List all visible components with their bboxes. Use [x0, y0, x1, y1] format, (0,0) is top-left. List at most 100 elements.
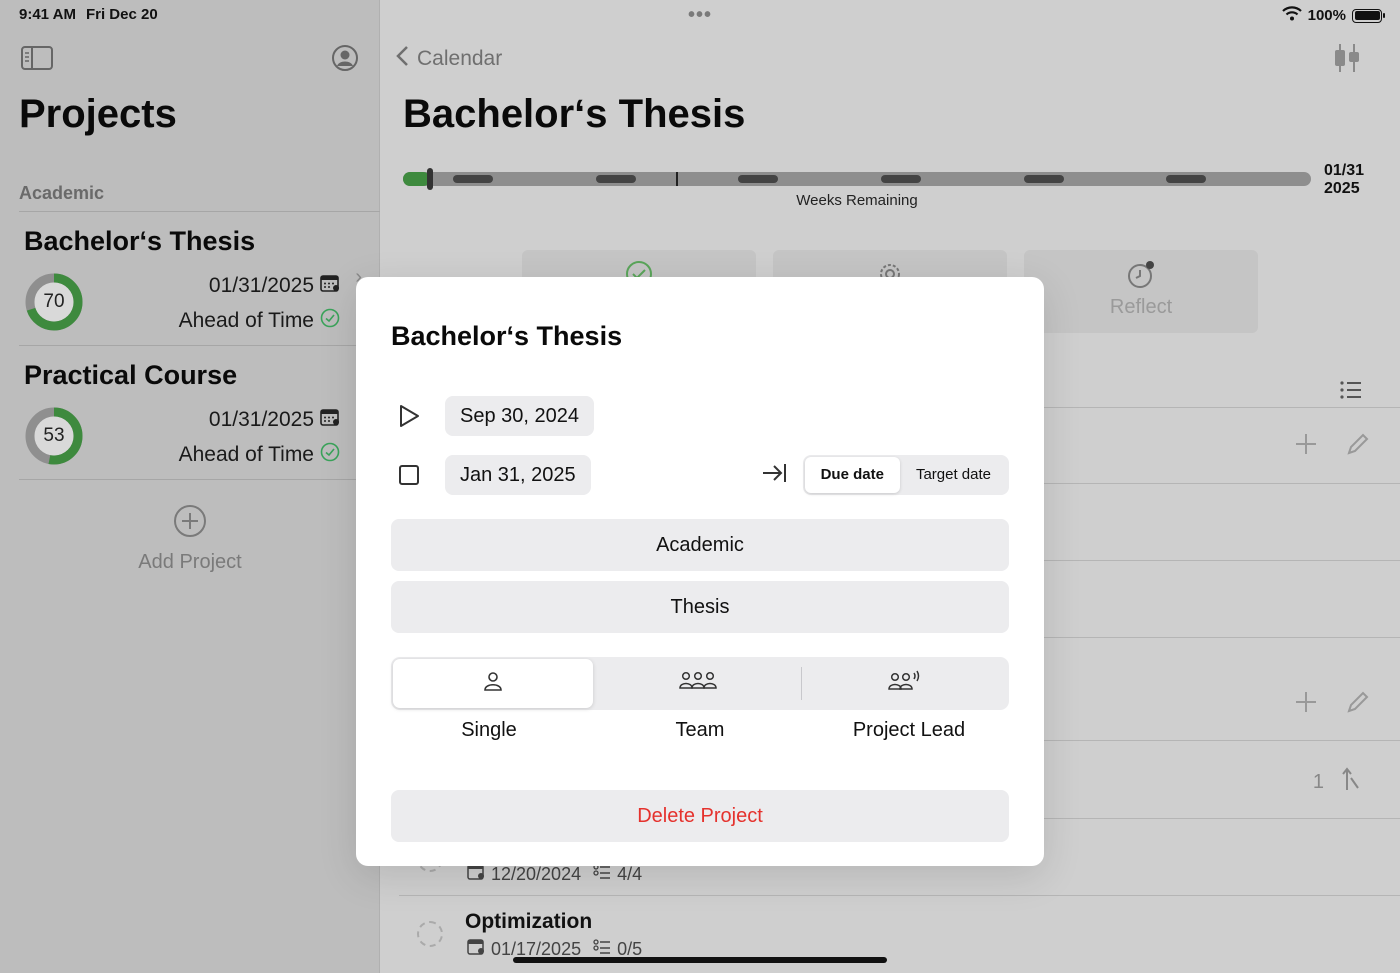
timeline-end-date: 01/31 2025 — [1324, 162, 1364, 198]
plus-icon[interactable] — [1294, 690, 1318, 719]
date-mode-control: Due date Target date — [761, 455, 1009, 495]
end-date-row: Jan 31, 2025 — [391, 455, 591, 495]
count-value: 1 — [1312, 770, 1324, 793]
project-card-bachelors-thesis[interactable]: Bachelor‘s Thesis 70 01/31/2025 Ahead of… — [0, 212, 380, 346]
section-label-academic: Academic — [19, 183, 105, 203]
project-status: Ahead of Time — [179, 442, 340, 468]
back-button[interactable]: Calendar — [395, 45, 502, 73]
task-meta: 12/20/2024 4/4 — [467, 864, 642, 885]
divider — [19, 479, 356, 480]
week-marker — [881, 175, 921, 183]
timeline-track — [403, 168, 1311, 190]
project-name: Practical Course — [24, 360, 238, 390]
calendar-icon — [320, 274, 340, 298]
week-marker — [1166, 175, 1206, 183]
account-icon[interactable] — [331, 44, 359, 77]
edit-project-modal: Bachelor‘s Thesis Sep 30, 2024 Jan 31, 2… — [356, 277, 1044, 866]
today-marker — [676, 172, 678, 186]
page-title: Bachelor‘s Thesis — [403, 92, 746, 136]
type-button[interactable]: Thesis — [391, 581, 1009, 633]
status-date: Fri Dec 20 — [85, 6, 158, 23]
sort-arrow-icon[interactable] — [1342, 766, 1360, 798]
week-marker — [738, 175, 778, 183]
back-label: Calendar — [417, 47, 503, 70]
calendar-icon — [467, 864, 485, 885]
pencil-icon[interactable] — [1346, 432, 1370, 461]
chevron-left-icon — [395, 45, 409, 73]
week-marker — [596, 175, 636, 183]
sidebar: Projects Academic Bachelor‘s Thesis 70 0… — [0, 0, 380, 973]
date-mode-segmented: Due date Target date — [802, 455, 1009, 495]
project-card-practical-course[interactable]: Practical Course 53 01/31/2025 Ahead of … — [0, 346, 380, 480]
start-date-row: Sep 30, 2024 — [391, 396, 594, 436]
add-project-button[interactable]: Add Project — [0, 504, 380, 574]
progress-value: 53 — [43, 425, 65, 446]
status-text: Ahead of Time — [178, 443, 314, 466]
calendar-icon — [320, 408, 340, 432]
role-segmented-control — [391, 657, 1009, 710]
row-tools — [1294, 690, 1370, 719]
multitasking-dots-icon[interactable]: ••• — [688, 4, 712, 27]
sidebar-toggle-icon[interactable] — [21, 46, 53, 75]
end-date-picker[interactable]: Jan 31, 2025 — [445, 455, 591, 495]
project-status: Ahead of Time — [179, 308, 340, 334]
week-marker — [453, 175, 493, 183]
due-date-text: 01/31/2025 — [208, 274, 314, 297]
due-date-option[interactable]: Due date — [804, 457, 900, 493]
timeline-progress — [403, 172, 431, 186]
divider — [399, 895, 1400, 896]
status-time: 9:41 AM — [19, 6, 76, 23]
play-icon — [391, 404, 427, 428]
status-bar-right: 100% — [1281, 6, 1385, 25]
task-checkbox[interactable] — [417, 921, 443, 947]
project-name: Bachelor‘s Thesis — [24, 226, 256, 256]
wifi-icon — [1281, 6, 1302, 25]
progress-value: 70 — [43, 291, 65, 312]
person-icon — [482, 670, 504, 697]
weeks-remaining-label: Weeks Remaining — [796, 192, 918, 209]
list-icon[interactable] — [1339, 380, 1363, 405]
checklist-icon — [593, 864, 611, 885]
role-option-project-lead[interactable] — [803, 659, 1007, 708]
role-label-project-lead: Project Lead — [852, 719, 966, 741]
role-label-team: Team — [675, 719, 725, 741]
action-card-reflect[interactable]: Reflect — [1024, 250, 1258, 333]
people-speaking-icon — [887, 670, 923, 697]
pencil-icon[interactable] — [1346, 690, 1370, 719]
checkmark-circle-icon — [320, 442, 340, 468]
status-text: Ahead of Time — [178, 309, 314, 332]
project-due-date: 01/31/2025 — [209, 408, 340, 432]
due-date-text: 01/31/2025 — [208, 408, 314, 431]
task-date: 12/20/2024 — [491, 864, 582, 884]
home-indicator[interactable] — [513, 957, 887, 963]
clock-badge-icon — [1024, 260, 1258, 290]
checkmark-circle-icon — [320, 308, 340, 334]
target-date-option[interactable]: Target date — [900, 457, 1007, 493]
plus-icon[interactable] — [1294, 432, 1318, 461]
arrow-to-end-icon — [761, 462, 787, 489]
role-label-single: Single — [461, 719, 517, 741]
role-option-single[interactable] — [393, 659, 593, 708]
end-year: 2025 — [1324, 180, 1360, 197]
row-tools — [1294, 432, 1370, 461]
role-option-team[interactable] — [595, 659, 801, 708]
divider — [801, 667, 802, 700]
people-group-icon — [678, 670, 718, 697]
timeline-handle[interactable] — [427, 168, 434, 190]
timeline-settings-icon[interactable] — [1332, 42, 1362, 79]
delete-project-button[interactable]: Delete Project — [391, 790, 1009, 842]
plus-circle-icon — [173, 505, 207, 542]
end-date-checkbox[interactable] — [391, 464, 427, 486]
add-project-label: Add Project — [138, 551, 242, 573]
week-marker — [1024, 175, 1064, 183]
modal-title: Bachelor‘s Thesis — [391, 321, 623, 351]
task-subtasks: 4/4 — [617, 864, 643, 884]
task-name: Optimization — [465, 910, 593, 933]
status-bar-left: 9:41 AM Fri Dec 20 — [19, 6, 158, 23]
calendar-icon — [467, 939, 485, 960]
sidebar-title: Projects — [19, 92, 177, 136]
end-month-day: 01/31 — [1324, 162, 1365, 179]
category-button[interactable]: Academic — [391, 519, 1009, 571]
start-date-picker[interactable]: Sep 30, 2024 — [445, 396, 594, 436]
battery-percent: 100% — [1307, 7, 1346, 24]
